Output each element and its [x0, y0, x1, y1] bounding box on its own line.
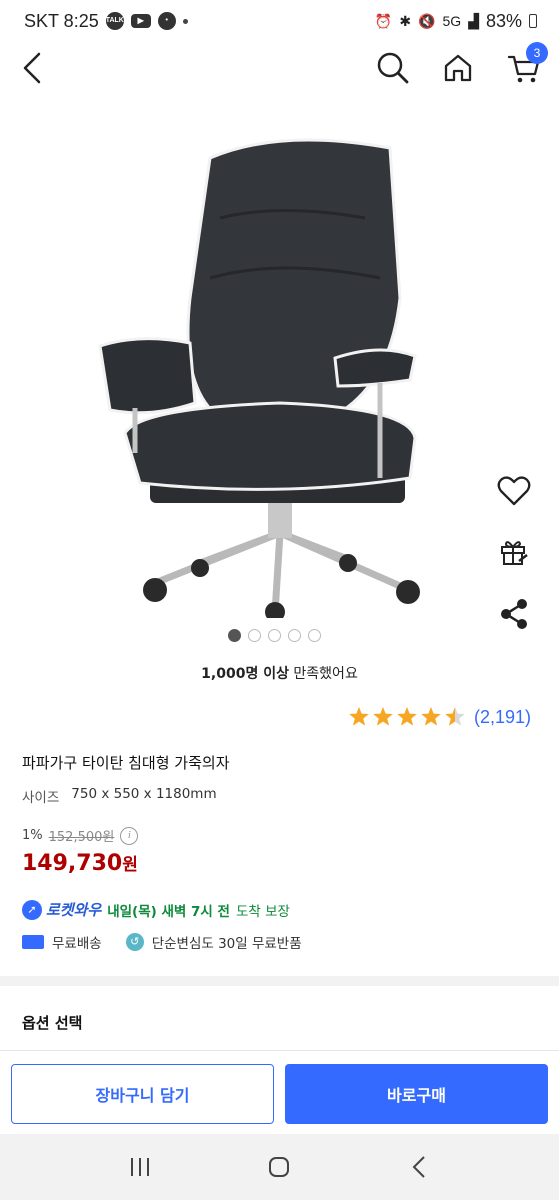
system-back-button[interactable]: [397, 1145, 441, 1189]
return-icon: ↺: [125, 933, 144, 951]
size-label: 사이즈: [22, 790, 60, 806]
rocket-wow-badge: ➚ 로켓와우: [22, 899, 101, 920]
search-button[interactable]: [371, 46, 415, 90]
talk-icon: TALK: [105, 12, 124, 30]
add-to-cart-button[interactable]: 장바구니 담기: [11, 1064, 274, 1124]
size-row: 사이즈 750 x 550 x 1180mm: [22, 786, 217, 806]
arrival-time: 내일(목) 새벽 7시 전: [107, 903, 230, 920]
heart-icon: [497, 476, 531, 506]
search-icon: [377, 52, 409, 84]
buy-now-button[interactable]: 바로구매: [285, 1064, 548, 1124]
discount-rate: 1%: [22, 828, 43, 843]
free-return: 단순변심도 30일 무료반품: [151, 936, 302, 952]
free-shipping: 무료배송: [52, 936, 102, 952]
product-title: 파파가구 타이탄 침대형 가죽의자: [22, 754, 230, 772]
carousel-dot[interactable]: [268, 629, 281, 642]
battery-icon: [529, 14, 537, 28]
carousel-dot[interactable]: [288, 629, 301, 642]
sale-price-value: 149,730: [22, 851, 123, 876]
gift-icon: [501, 541, 528, 565]
wishlist-button[interactable]: [492, 469, 536, 513]
star-rating-icon: [349, 707, 465, 726]
home-circle-icon: [269, 1157, 290, 1177]
share-icon: [501, 599, 527, 629]
status-left: SKT 8:25 TALK ▶ •: [24, 11, 188, 32]
shipping-row: 무료배송 ↺ 단순변심도 30일 무료반품: [22, 932, 302, 952]
sale-price-unit: 원: [122, 855, 138, 875]
original-price: 152,500원: [48, 830, 115, 845]
status-right: ⏰ ✱ 🔇 5G ▟ 83%: [375, 11, 537, 32]
satisfaction-count: 1,000명 이상: [201, 666, 289, 682]
share-button[interactable]: [492, 592, 536, 636]
satisfaction-suffix: 만족했어요: [288, 666, 358, 682]
home-icon: [444, 54, 472, 82]
section-divider: [0, 976, 559, 986]
gift-button[interactable]: [492, 530, 536, 574]
cart-button[interactable]: 3: [502, 42, 548, 90]
size-value: 750 x 550 x 1180mm: [71, 786, 217, 802]
sale-price: 149,730원: [22, 850, 138, 876]
recent-apps-icon: [130, 1158, 149, 1176]
recent-apps-button[interactable]: [118, 1145, 162, 1189]
rocket-label: 로켓와우: [46, 901, 102, 919]
office-chair-image: [98, 138, 420, 622]
rocket-delivery-row: ➚ 로켓와우 내일(목) 새벽 7시 전 도착 보장: [22, 899, 290, 920]
back-arrow-icon: [412, 1156, 425, 1178]
youtube-icon: ▶: [130, 14, 151, 28]
carousel-dot[interactable]: [248, 629, 261, 642]
action-bar: 장바구니 담기 바로구매: [0, 1050, 559, 1134]
home-button[interactable]: [436, 46, 480, 90]
system-nav-bar: [0, 1134, 559, 1200]
product-image[interactable]: [80, 118, 480, 622]
truck-icon: [22, 935, 44, 949]
arrival-guarantee: 도착 보장: [235, 903, 290, 920]
status-bar: SKT 8:25 TALK ▶ • ⏰ ✱ 🔇 5G ▟ 83%: [0, 0, 559, 42]
original-price-row: 1% 152,500원 i: [22, 826, 139, 845]
carousel-dots: [228, 629, 321, 642]
mute-icon: 🔇: [418, 12, 436, 29]
carousel-dot[interactable]: [308, 629, 321, 642]
carousel-dot[interactable]: [228, 629, 241, 642]
notification-dot-icon: [182, 18, 188, 24]
system-home-button[interactable]: [257, 1145, 301, 1189]
rocket-icon: ➚: [22, 899, 42, 920]
alarm-icon: ⏰: [374, 12, 393, 29]
cart-count-badge: 3: [526, 42, 548, 64]
option-section-title[interactable]: 옵션 선택: [22, 1012, 82, 1033]
satisfaction-text: 1,000명 이상 만족했어요: [0, 663, 559, 683]
back-button[interactable]: [10, 46, 54, 90]
carrier-time: SKT 8:25: [24, 10, 99, 31]
chevron-left-icon: [23, 52, 41, 84]
top-nav: 3: [0, 42, 559, 92]
bluetooth-icon: ✱: [399, 12, 412, 29]
chat-bubble-icon: •: [157, 12, 176, 30]
battery-level: 83%: [485, 10, 522, 31]
info-icon[interactable]: i: [120, 826, 139, 845]
signal-icon: ▟: [468, 12, 479, 29]
rating[interactable]: (2,191): [348, 706, 531, 728]
rating-count[interactable]: (2,191): [474, 707, 531, 728]
network-type: 5G: [442, 13, 462, 29]
